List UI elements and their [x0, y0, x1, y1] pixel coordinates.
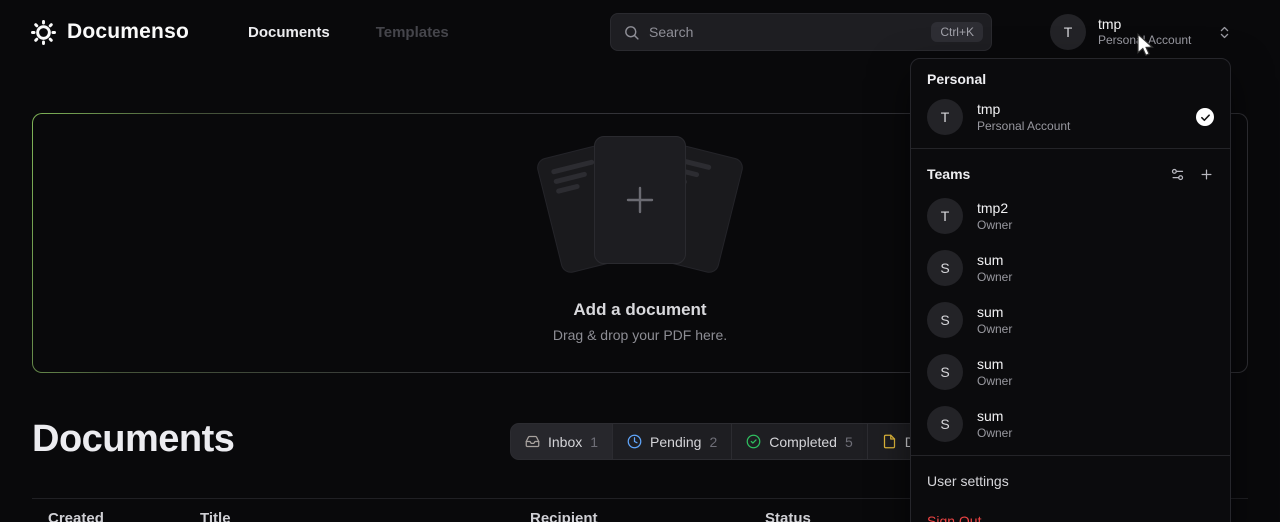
column-header-status: Status	[765, 510, 811, 522]
team-name: tmp2	[977, 200, 1009, 216]
page-title: Documents	[32, 418, 235, 460]
account-dropdown-menu: Personal T tmp Personal Account Teams T	[910, 58, 1231, 522]
search-icon	[623, 24, 640, 41]
file-icon	[882, 434, 897, 449]
tab-count: 5	[844, 433, 853, 450]
tab-label: Completed	[769, 433, 837, 450]
account-avatar: T	[1050, 14, 1086, 50]
check-circle-icon	[746, 434, 761, 449]
team-role: Owner	[977, 218, 1013, 232]
document-cards-illustration	[528, 128, 752, 280]
search-shortcut-badge: Ctrl+K	[931, 22, 983, 42]
top-navigation-bar: Documenso Documents Templates Search Ctr…	[0, 0, 1280, 64]
menu-item-team[interactable]: T tmp2 Owner	[911, 190, 1230, 242]
main-nav: Documents Templates	[248, 0, 449, 64]
team-name: sum	[977, 304, 1004, 320]
menu-item-sign-out[interactable]: Sign Out	[911, 501, 1230, 522]
avatar: T	[927, 198, 963, 234]
tab-count: 1	[590, 433, 599, 450]
tab-count: 2	[709, 433, 718, 450]
menu-item-user-settings[interactable]: User settings	[911, 461, 1230, 501]
avatar: S	[927, 250, 963, 286]
brand-home-link[interactable]: Documenso	[30, 0, 189, 64]
menu-item-name: tmp	[977, 101, 1001, 117]
document-status-tabs: Inbox 1 Pending 2 Completed 5 Draft	[510, 423, 959, 460]
clock-icon	[627, 434, 642, 449]
inbox-icon	[525, 434, 540, 449]
menu-item-team[interactable]: S sum Owner	[911, 242, 1230, 294]
brand-name: Documenso	[67, 20, 189, 43]
column-header-recipient: Recipient	[530, 510, 598, 522]
search-placeholder: Search	[649, 24, 694, 40]
teams-section-label: Teams	[927, 166, 971, 182]
menu-divider	[911, 455, 1230, 456]
menu-item-subtitle: Personal Account	[977, 119, 1071, 133]
menu-item-team[interactable]: S sum Owner	[911, 346, 1230, 398]
tab-label: Inbox	[548, 433, 583, 450]
column-header-title: Title	[200, 510, 231, 522]
document-card-center	[594, 136, 686, 264]
manage-teams-icon[interactable]	[1170, 167, 1185, 182]
documenso-logo-icon	[30, 19, 57, 46]
team-name: sum	[977, 252, 1004, 268]
tab-inbox[interactable]: Inbox 1	[511, 424, 613, 459]
team-role: Owner	[977, 374, 1013, 388]
menu-item-team[interactable]: S sum Owner	[911, 294, 1230, 346]
menu-item-team[interactable]: S sum Owner	[911, 398, 1230, 450]
column-header-created: Created	[48, 510, 104, 522]
account-name: tmp	[1098, 16, 1122, 32]
team-name: sum	[977, 356, 1004, 372]
avatar: T	[927, 99, 963, 135]
team-role: Owner	[977, 426, 1013, 440]
avatar: S	[927, 354, 963, 390]
team-role: Owner	[977, 270, 1013, 284]
plus-icon	[623, 183, 657, 217]
menu-divider	[911, 148, 1230, 149]
account-subtitle: Personal Account	[1098, 33, 1192, 47]
menu-item-personal-account[interactable]: T tmp Personal Account	[911, 91, 1230, 143]
add-team-icon[interactable]	[1199, 167, 1214, 182]
tab-label: Pending	[650, 433, 702, 450]
teams-section-header: Teams	[911, 154, 1230, 190]
avatar: S	[927, 406, 963, 442]
tab-pending[interactable]: Pending 2	[613, 424, 732, 459]
nav-documents[interactable]: Documents	[248, 24, 330, 41]
account-menu-trigger[interactable]: T tmp Personal Account	[1050, 14, 1232, 50]
team-name: sum	[977, 408, 1004, 424]
tab-completed[interactable]: Completed 5	[732, 424, 867, 459]
personal-section-label: Personal	[927, 71, 987, 87]
nav-templates[interactable]: Templates	[376, 24, 449, 41]
selected-check-icon	[1196, 108, 1214, 126]
chevrons-up-down-icon	[1217, 25, 1232, 40]
search-input[interactable]: Search Ctrl+K	[610, 13, 992, 51]
avatar: S	[927, 302, 963, 338]
team-role: Owner	[977, 322, 1013, 336]
